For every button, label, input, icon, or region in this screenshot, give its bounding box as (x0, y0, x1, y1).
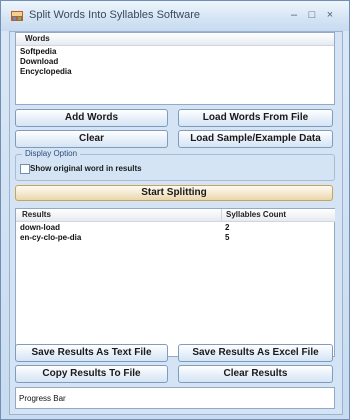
minimize-icon[interactable]: – (286, 7, 302, 23)
main-panel: Words Softpedia Download Encyclopedia Ad… (9, 31, 343, 415)
list-item[interactable]: Download (20, 57, 58, 66)
table-row[interactable]: down-load (20, 223, 60, 232)
show-original-word-label: Show original word in results (30, 164, 142, 173)
progress-bar: Progress Bar (15, 387, 335, 409)
save-results-as-text-file-button[interactable]: Save Results As Text File (15, 344, 168, 362)
copy-results-to-file-button[interactable]: Copy Results To File (15, 365, 168, 383)
list-item[interactable]: Softpedia (20, 47, 56, 56)
display-option-title: Display Option (22, 149, 81, 158)
display-option-group: Display Option Show original word in res… (15, 149, 335, 181)
table-row[interactable]: en-cy-clo-pe-dia (20, 233, 81, 242)
load-sample-data-button[interactable]: Load Sample/Example Data (178, 130, 333, 148)
table-cell: 5 (225, 233, 230, 242)
maximize-icon[interactable]: □ (304, 7, 320, 23)
add-words-button[interactable]: Add Words (15, 109, 168, 127)
words-list[interactable]: Words Softpedia Download Encyclopedia (15, 32, 335, 105)
window-title: Split Words Into Syllables Software (29, 9, 200, 21)
close-icon[interactable]: × (322, 7, 338, 23)
clear-button[interactable]: Clear (15, 130, 168, 148)
table-cell: 2 (225, 223, 230, 232)
list-item[interactable]: Encyclopedia (20, 67, 72, 76)
title-bar[interactable]: Split Words Into Syllables Software – □ … (1, 1, 349, 31)
app-window: Split Words Into Syllables Software – □ … (0, 0, 350, 420)
show-original-word-checkbox[interactable] (20, 164, 30, 174)
save-results-as-excel-file-button[interactable]: Save Results As Excel File (178, 344, 333, 362)
start-splitting-button[interactable]: Start Splitting (15, 185, 333, 201)
syllables-count-column-header[interactable]: Syllables Count (221, 209, 335, 222)
results-table[interactable]: Results Syllables Count down-load 2 en-c… (15, 208, 335, 357)
progress-bar-label: Progress Bar (19, 394, 66, 403)
results-column-header[interactable]: Results (16, 209, 221, 222)
app-icon (11, 11, 23, 21)
clear-results-button[interactable]: Clear Results (178, 365, 333, 383)
words-column-header[interactable]: Words (16, 33, 334, 46)
load-words-from-file-button[interactable]: Load Words From File (178, 109, 333, 127)
